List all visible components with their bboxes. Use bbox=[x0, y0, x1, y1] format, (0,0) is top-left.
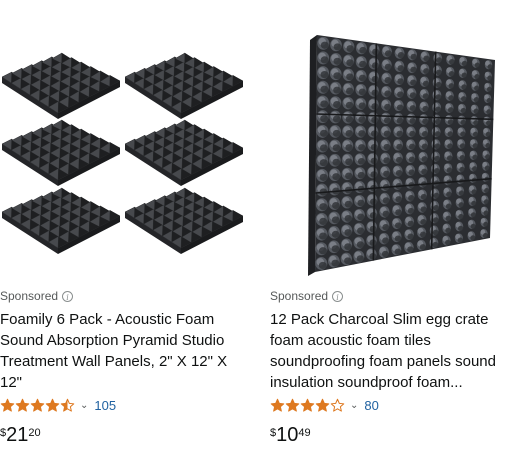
sponsored-label[interactable]: Sponsored i bbox=[0, 289, 74, 303]
rating[interactable]: ⌄ 80 bbox=[270, 398, 379, 413]
product-title[interactable]: 12 Pack Charcoal Slim egg crate foam aco… bbox=[270, 309, 509, 393]
pyramid-foam-panels-image bbox=[1, 52, 244, 254]
foam-tile bbox=[1, 119, 121, 186]
star-icon bbox=[300, 398, 315, 412]
star-icon bbox=[15, 398, 30, 412]
info-icon[interactable]: i bbox=[332, 290, 344, 302]
price: $ 21 20 bbox=[0, 424, 41, 446]
foam-tile bbox=[1, 52, 121, 119]
price-whole: 21 bbox=[6, 424, 29, 446]
star-icon bbox=[0, 398, 15, 412]
star-icon bbox=[30, 398, 45, 412]
info-icon[interactable]: i bbox=[62, 290, 74, 302]
product-card[interactable]: Sponsored i 12 Pack Charcoal Slim egg cr… bbox=[270, 0, 509, 451]
star-icon bbox=[285, 398, 300, 412]
star-rating[interactable] bbox=[0, 398, 75, 413]
product-image[interactable] bbox=[270, 0, 509, 280]
star-icon bbox=[60, 398, 75, 412]
sponsored-label[interactable]: Sponsored i bbox=[270, 289, 344, 303]
price-whole: 10 bbox=[276, 424, 299, 446]
egg-crate-foam-panels-image bbox=[308, 35, 495, 276]
price-fraction: 20 bbox=[28, 427, 41, 439]
chevron-down-icon[interactable]: ⌄ bbox=[350, 400, 358, 411]
star-icon bbox=[315, 398, 330, 412]
foam-tile bbox=[124, 119, 244, 186]
foam-tile bbox=[124, 52, 244, 119]
star-icon bbox=[330, 398, 345, 412]
review-count-link[interactable]: 105 bbox=[94, 398, 116, 413]
product-card[interactable]: Sponsored i Foamily 6 Pack - Acoustic Fo… bbox=[0, 0, 255, 451]
product-image[interactable] bbox=[0, 0, 250, 280]
chevron-down-icon[interactable]: ⌄ bbox=[80, 400, 88, 411]
star-icon bbox=[45, 398, 60, 412]
foam-tile bbox=[1, 187, 121, 254]
star-rating[interactable] bbox=[270, 398, 345, 413]
price: $ 10 49 bbox=[270, 424, 311, 446]
rating[interactable]: ⌄ 105 bbox=[0, 398, 116, 413]
price-fraction: 49 bbox=[298, 427, 311, 439]
product-title[interactable]: Foamily 6 Pack - Acoustic Foam Sound Abs… bbox=[0, 309, 245, 393]
foam-tile bbox=[124, 187, 244, 254]
review-count-link[interactable]: 80 bbox=[364, 398, 378, 413]
star-icon bbox=[270, 398, 285, 412]
